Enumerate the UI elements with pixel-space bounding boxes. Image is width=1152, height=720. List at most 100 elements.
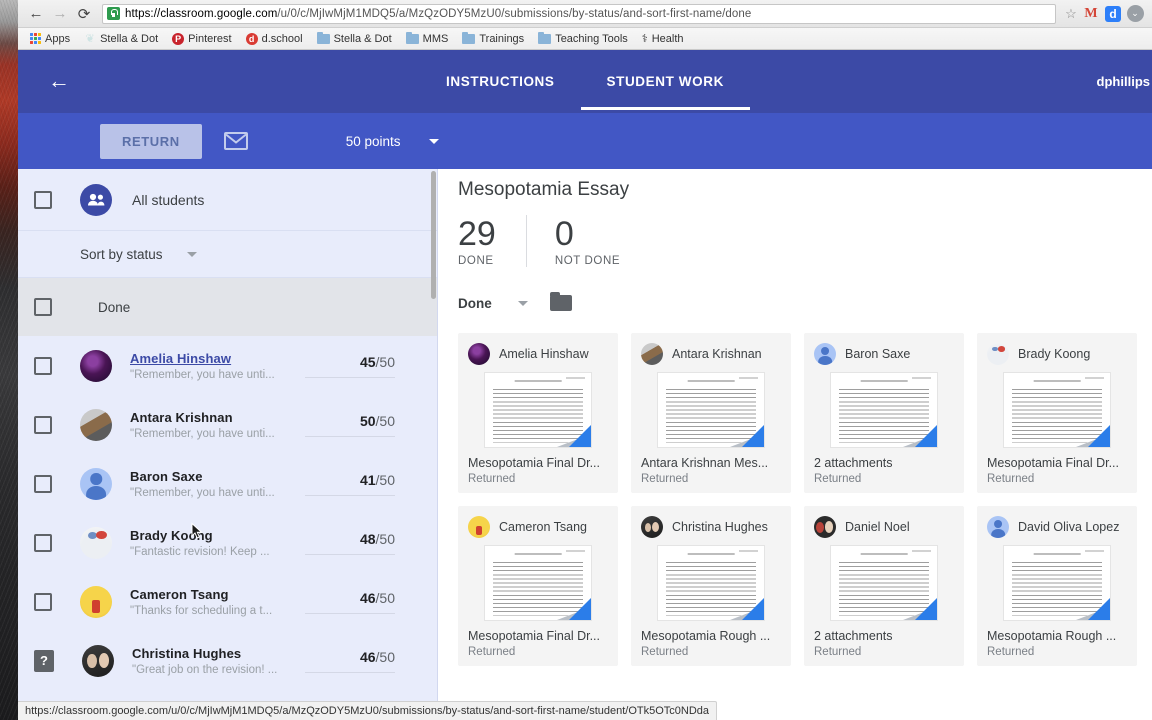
avatar — [987, 516, 1009, 538]
student-checkbox[interactable] — [34, 416, 52, 434]
account-label[interactable]: dphillips — [1097, 74, 1150, 89]
student-comment: "Remember, you have unti... — [130, 428, 298, 440]
avatar — [80, 409, 112, 441]
student-info: Amelia Hinshaw "Remember, you have unti.… — [130, 351, 298, 381]
avatar — [987, 343, 1009, 365]
sidebar-scrollbar-thumb[interactable] — [431, 171, 436, 299]
reload-icon[interactable]: ⟳ — [72, 2, 96, 26]
avatar — [80, 586, 112, 618]
pocket-extension-icon[interactable]: ⌄ — [1124, 4, 1146, 24]
submission-card[interactable]: Daniel Noel 2 attachments Returned — [804, 506, 964, 666]
forward-icon[interactable]: → — [48, 2, 72, 26]
submission-card[interactable]: David Oliva Lopez Mesopotamia Rough ... … — [977, 506, 1137, 666]
return-button[interactable]: RETURN — [100, 124, 202, 159]
points-selector[interactable]: 50 points — [346, 134, 439, 149]
bookmark-stella-dot-1[interactable]: ❦ Stella & Dot — [78, 31, 164, 47]
bookmark-trainings[interactable]: Trainings — [456, 31, 530, 47]
student-grade[interactable]: 50/50 — [311, 413, 395, 437]
chevron-down-icon[interactable] — [518, 301, 528, 306]
document-thumbnail[interactable] — [831, 373, 937, 447]
folder-icon[interactable] — [550, 295, 572, 311]
document-thumbnail[interactable] — [485, 373, 591, 447]
student-grade[interactable]: 46/50 — [311, 590, 395, 614]
student-checkbox[interactable] — [34, 534, 52, 552]
bookmark-dschool[interactable]: d d.school — [240, 31, 309, 47]
document-thumbnail[interactable] — [658, 546, 764, 620]
bookmark-apps[interactable]: Apps — [24, 31, 76, 47]
student-name[interactable]: Baron Saxe — [130, 469, 298, 484]
grade-value: 45 — [360, 354, 376, 370]
student-name[interactable]: Cameron Tsang — [130, 587, 298, 602]
document-thumbnail[interactable] — [485, 546, 591, 620]
grade-total: /50 — [376, 649, 395, 665]
drive-corner-icon — [569, 598, 591, 620]
submission-card[interactable]: Cameron Tsang Mesopotamia Final Dr... Re… — [458, 506, 618, 666]
student-row[interactable]: ? Christina Hughes "Great job on the rev… — [18, 631, 437, 690]
student-grade[interactable]: 41/50 — [311, 472, 395, 496]
student-name[interactable]: Christina Hughes — [132, 646, 300, 661]
student-name[interactable]: Brady Koong — [130, 528, 298, 543]
sidebar-scrollbar[interactable] — [430, 169, 437, 720]
submission-card[interactable]: Antara Krishnan Antara Krishnan Mes... R… — [631, 333, 791, 493]
grade-total: /50 — [376, 354, 395, 370]
done-group-row[interactable]: Done — [18, 278, 437, 336]
student-comment: "Great job on the revision! ... — [132, 664, 300, 676]
card-header: Cameron Tsang — [468, 516, 608, 538]
student-name-link[interactable]: Amelia Hinshaw — [130, 351, 298, 366]
bookmark-teaching-tools[interactable]: Teaching Tools — [532, 31, 634, 47]
grade-total: /50 — [376, 413, 395, 429]
student-row[interactable]: Brady Koong "Fantastic revision! Keep ..… — [18, 513, 437, 572]
student-row[interactable]: Baron Saxe "Remember, you have unti... 4… — [18, 454, 437, 513]
stat-number: 29 — [458, 215, 496, 253]
submission-card[interactable]: Brady Koong Mesopotamia Final Dr... Retu… — [977, 333, 1137, 493]
student-name[interactable]: Antara Krishnan — [130, 410, 298, 425]
student-grade[interactable]: 46/50 — [311, 649, 395, 673]
document-thumbnail[interactable] — [831, 546, 937, 620]
avatar — [641, 343, 663, 365]
status-filter-label[interactable]: Done — [458, 296, 492, 311]
page-title: Mesopotamia Essay — [458, 169, 1152, 201]
grade-total: /50 — [376, 531, 395, 547]
docs-extension-icon[interactable]: d — [1102, 4, 1124, 24]
card-header: Antara Krishnan — [641, 343, 781, 365]
status-filter-row: Done — [458, 295, 1152, 311]
chevron-down-icon — [429, 139, 439, 144]
student-info: Cameron Tsang "Thanks for scheduling a t… — [130, 587, 298, 617]
student-row[interactable]: Amelia Hinshaw "Remember, you have unti.… — [18, 336, 437, 395]
student-grade[interactable]: 48/50 — [311, 531, 395, 555]
document-thumbnail[interactable] — [1004, 546, 1110, 620]
submission-card[interactable]: Amelia Hinshaw Mesopotamia Final Dr... R… — [458, 333, 618, 493]
address-bar[interactable]: https://classroom.google.com/u/0/c/MjIwM… — [102, 4, 1056, 24]
student-info: Brady Koong "Fantastic revision! Keep ..… — [130, 528, 298, 558]
tab-student-work[interactable]: STUDENT WORK — [581, 54, 750, 110]
student-status-unknown-icon[interactable]: ? — [34, 650, 54, 672]
envelope-icon[interactable] — [224, 132, 248, 150]
folder-icon — [317, 34, 330, 44]
bookmark-stella-dot-2[interactable]: Stella & Dot — [311, 31, 398, 47]
submission-card[interactable]: Baron Saxe 2 attachments Returned — [804, 333, 964, 493]
bookmark-star-icon[interactable]: ☆ — [1062, 6, 1080, 22]
student-grade[interactable]: 45/50 — [311, 354, 395, 378]
sort-selector[interactable]: Sort by status — [18, 231, 437, 278]
submission-card[interactable]: Christina Hughes Mesopotamia Rough ... R… — [631, 506, 791, 666]
avatar — [80, 350, 112, 382]
done-group-checkbox[interactable] — [34, 298, 52, 316]
bookmark-pinterest[interactable]: P Pinterest — [166, 31, 237, 47]
gmail-extension-icon[interactable]: M — [1080, 4, 1102, 24]
student-checkbox[interactable] — [34, 357, 52, 375]
student-checkbox[interactable] — [34, 593, 52, 611]
all-students-checkbox[interactable] — [34, 191, 52, 209]
card-status: Returned — [468, 646, 608, 658]
health-icon: ⚕ — [642, 32, 648, 45]
bookmark-health[interactable]: ⚕ Health — [636, 30, 690, 47]
document-thumbnail[interactable] — [658, 373, 764, 447]
student-checkbox[interactable] — [34, 475, 52, 493]
tab-instructions[interactable]: INSTRUCTIONS — [420, 54, 580, 110]
student-row[interactable]: Cameron Tsang "Thanks for scheduling a t… — [18, 572, 437, 631]
all-students-row[interactable]: All students — [18, 169, 437, 231]
document-thumbnail[interactable] — [1004, 373, 1110, 447]
card-header: Brady Koong — [987, 343, 1127, 365]
bookmark-mms[interactable]: MMS — [400, 31, 455, 47]
student-row[interactable]: Antara Krishnan "Remember, you have unti… — [18, 395, 437, 454]
back-icon[interactable]: ← — [24, 2, 48, 26]
